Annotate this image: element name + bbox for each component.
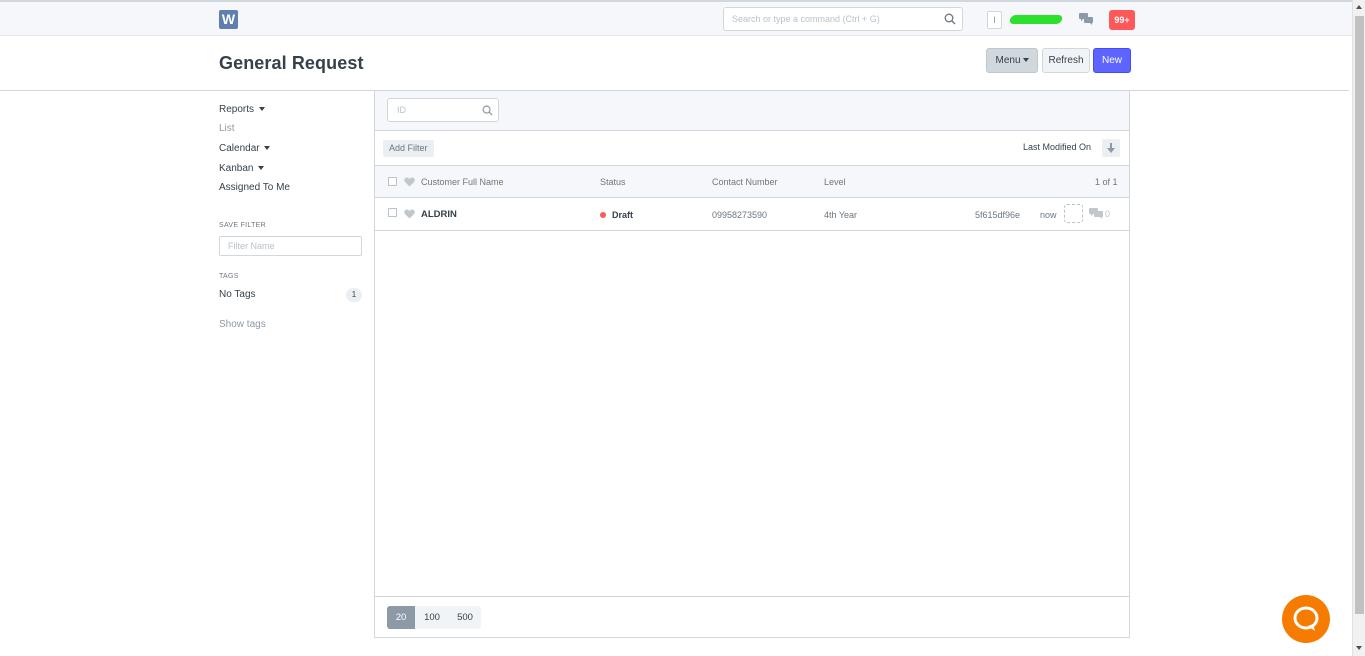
- page-size-100-button[interactable]: 100: [415, 606, 449, 629]
- user-avatar[interactable]: I: [987, 11, 1002, 29]
- column-header-status: Status: [600, 177, 626, 187]
- page-title: General Request: [219, 53, 364, 73]
- assign-avatar-placeholder[interactable]: [1064, 204, 1083, 223]
- scroll-thumb[interactable]: [1355, 16, 1364, 614]
- menu-button-label: Menu: [995, 55, 1021, 66]
- caret-down-icon: [258, 107, 265, 112]
- list-count: 1 of 1: [1095, 177, 1118, 187]
- menu-button[interactable]: Menu: [986, 48, 1038, 73]
- column-header-contact: Contact Number: [712, 177, 778, 187]
- status-label: Draft: [612, 210, 634, 220]
- filter-name-input[interactable]: [219, 236, 362, 256]
- select-all-checkbox[interactable]: [388, 177, 397, 186]
- row-status[interactable]: Draft: [600, 210, 633, 220]
- save-filter-label: SAVE FILTER: [219, 222, 266, 229]
- user-name-redacted[interactable]: [1008, 15, 1064, 24]
- list-view: Add Filter Last Modified On Customer Ful…: [374, 91, 1130, 638]
- show-tags-link[interactable]: Show tags: [219, 319, 266, 330]
- tags-label: TAGS: [219, 273, 239, 280]
- arrow-down-icon: [1107, 143, 1115, 153]
- row-modified: now: [1040, 210, 1057, 220]
- page-size-500-button[interactable]: 500: [449, 606, 481, 629]
- sidebar-item-label: Calendar: [219, 143, 260, 154]
- sidebar-item-calendar[interactable]: Calendar: [219, 143, 271, 154]
- status-dot-icon: [600, 212, 606, 218]
- refresh-button[interactable]: Refresh: [1042, 48, 1090, 73]
- search-icon: [944, 13, 956, 25]
- id-filter-input[interactable]: [397, 99, 487, 121]
- sort-selector[interactable]: Last Modified On: [1023, 142, 1091, 152]
- chat-bubble-icon: [1293, 606, 1319, 631]
- row-level: 4th Year: [824, 210, 858, 220]
- standard-filter-area: [375, 91, 1129, 131]
- new-button[interactable]: New: [1093, 48, 1131, 73]
- add-filter-button[interactable]: Add Filter: [383, 140, 434, 157]
- search-icon: [482, 105, 493, 116]
- chat-icon[interactable]: [1079, 13, 1093, 25]
- sidebar-item-label: Kanban: [219, 163, 254, 174]
- sidebar-item-list[interactable]: List: [219, 123, 235, 134]
- comment-icon: [1089, 208, 1103, 219]
- page-head: General Request Menu Refresh New: [0, 36, 1349, 91]
- caret-down-icon: [1022, 58, 1029, 63]
- page-size-selector: 20 100 500: [387, 606, 481, 629]
- row-customer-name[interactable]: ALDRIN: [421, 209, 457, 220]
- no-tags-count-badge: 1: [346, 288, 362, 302]
- sidebar-item-label: Reports: [219, 104, 255, 115]
- page-size-20-button[interactable]: 20: [387, 606, 415, 629]
- sidebar-item-assigned-to-me[interactable]: Assigned To Me: [219, 182, 290, 193]
- heart-icon[interactable]: [404, 209, 415, 219]
- chat-widget-button[interactable]: [1282, 595, 1330, 643]
- notifications-badge[interactable]: 99+: [1109, 10, 1135, 30]
- table-row[interactable]: ALDRIN Draft 09958273590 4th Year 5f615d…: [375, 198, 1129, 231]
- column-header-level: Level: [824, 177, 846, 187]
- caret-down-icon: [258, 166, 265, 171]
- list-header-row: Customer Full Name Status Contact Number…: [375, 166, 1129, 198]
- filter-toolbar: Add Filter Last Modified On: [375, 131, 1129, 166]
- column-header-name: Customer Full Name: [421, 177, 504, 187]
- sidebar-item-no-tags[interactable]: No Tags: [219, 289, 256, 300]
- id-filter[interactable]: [387, 98, 499, 122]
- scroll-down-arrow-icon[interactable]: [1356, 646, 1362, 650]
- caret-down-icon: [264, 146, 271, 151]
- list-paging-area: 20 100 500: [375, 596, 1129, 637]
- page-scrollbar[interactable]: [1352, 0, 1365, 656]
- scroll-up-arrow-icon[interactable]: [1356, 5, 1362, 9]
- row-contact-number: 09958273590: [712, 210, 768, 220]
- search-input[interactable]: [732, 8, 942, 30]
- comment-count: 0: [1105, 209, 1111, 219]
- row-id: 5f615df96e: [975, 210, 1021, 220]
- top-navbar: W I 99+: [0, 0, 1352, 36]
- sidebar-item-kanban[interactable]: Kanban: [219, 163, 265, 174]
- awesome-bar[interactable]: [723, 7, 963, 31]
- app-logo[interactable]: W: [219, 10, 238, 29]
- heart-icon[interactable]: [404, 177, 415, 187]
- sort-order-button[interactable]: [1102, 139, 1120, 157]
- row-checkbox[interactable]: [388, 208, 397, 217]
- sidebar-item-reports[interactable]: Reports: [219, 104, 265, 115]
